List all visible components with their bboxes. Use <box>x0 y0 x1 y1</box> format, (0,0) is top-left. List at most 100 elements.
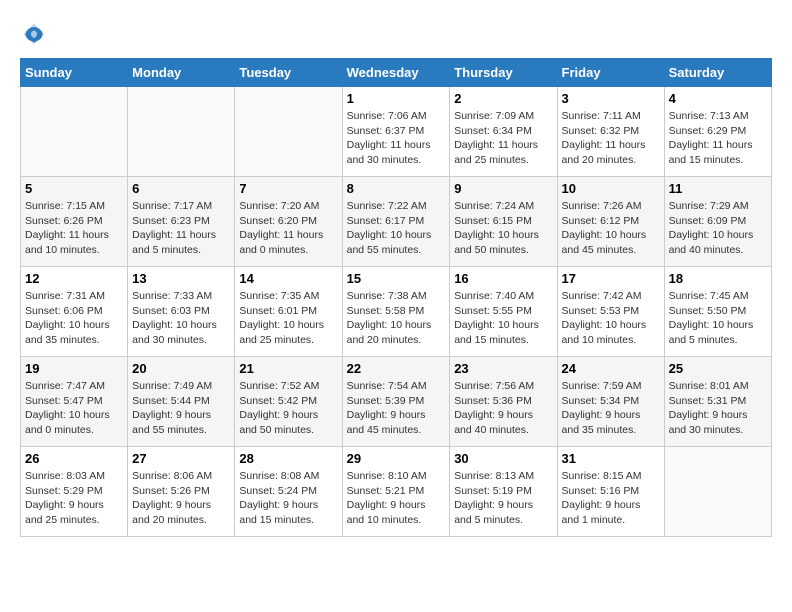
day-info: Sunrise: 7:45 AMSunset: 5:50 PMDaylight:… <box>669 289 767 348</box>
calendar-cell: 4 Sunrise: 7:13 AMSunset: 6:29 PMDaylight… <box>664 87 771 177</box>
day-number: 14 <box>239 271 337 286</box>
day-number: 1 <box>347 91 446 106</box>
day-info: Sunrise: 7:33 AMSunset: 6:03 PMDaylight:… <box>132 289 230 348</box>
day-info: Sunrise: 8:10 AMSunset: 5:21 PMDaylight:… <box>347 469 446 528</box>
calendar-cell: 26 Sunrise: 8:03 AMSunset: 5:29 PMDayligh… <box>21 447 128 537</box>
weekday-header-tuesday: Tuesday <box>235 59 342 87</box>
day-info: Sunrise: 7:54 AMSunset: 5:39 PMDaylight:… <box>347 379 446 438</box>
calendar-cell: 20 Sunrise: 7:49 AMSunset: 5:44 PMDayligh… <box>128 357 235 447</box>
day-number: 25 <box>669 361 767 376</box>
calendar-cell <box>21 87 128 177</box>
day-info: Sunrise: 7:49 AMSunset: 5:44 PMDaylight:… <box>132 379 230 438</box>
day-number: 31 <box>562 451 660 466</box>
day-number: 20 <box>132 361 230 376</box>
day-number: 5 <box>25 181 123 196</box>
calendar-cell: 22 Sunrise: 7:54 AMSunset: 5:39 PMDayligh… <box>342 357 450 447</box>
day-info: Sunrise: 8:15 AMSunset: 5:16 PMDaylight:… <box>562 469 660 528</box>
logo-icon <box>20 20 48 48</box>
day-number: 7 <box>239 181 337 196</box>
calendar-cell: 23 Sunrise: 7:56 AMSunset: 5:36 PMDayligh… <box>450 357 557 447</box>
day-info: Sunrise: 7:29 AMSunset: 6:09 PMDaylight:… <box>669 199 767 258</box>
day-number: 24 <box>562 361 660 376</box>
calendar-week-4: 19Sunrise: 7:47 AMSunset: 5:47 PMDayligh… <box>21 357 772 447</box>
day-number: 19 <box>25 361 123 376</box>
day-info: Sunrise: 7:52 AMSunset: 5:42 PMDaylight:… <box>239 379 337 438</box>
calendar-header: SundayMondayTuesdayWednesdayThursdayFrid… <box>21 59 772 87</box>
calendar-cell: 8 Sunrise: 7:22 AMSunset: 6:17 PMDaylight… <box>342 177 450 267</box>
day-number: 18 <box>669 271 767 286</box>
calendar-cell: 9Sunrise: 7:24 AMSunset: 6:15 PMDaylight… <box>450 177 557 267</box>
calendar-table: SundayMondayTuesdayWednesdayThursdayFrid… <box>20 58 772 537</box>
day-info: Sunrise: 8:13 AMSunset: 5:19 PMDaylight:… <box>454 469 552 528</box>
day-number: 10 <box>562 181 660 196</box>
day-number: 15 <box>347 271 446 286</box>
day-info: Sunrise: 7:26 AMSunset: 6:12 PMDaylight:… <box>562 199 660 258</box>
calendar-week-5: 26 Sunrise: 8:03 AMSunset: 5:29 PMDayligh… <box>21 447 772 537</box>
day-number: 21 <box>239 361 337 376</box>
calendar-cell: 28 Sunrise: 8:08 AMSunset: 5:24 PMDayligh… <box>235 447 342 537</box>
day-info: Sunrise: 7:40 AMSunset: 5:55 PMDaylight:… <box>454 289 552 348</box>
day-info: Sunrise: 7:06 AMSunset: 6:37 PMDaylight:… <box>347 109 446 168</box>
weekday-header-saturday: Saturday <box>664 59 771 87</box>
day-info: Sunrise: 7:20 AMSunset: 6:20 PMDaylight:… <box>239 199 337 258</box>
weekday-header-wednesday: Wednesday <box>342 59 450 87</box>
calendar-cell: 31 Sunrise: 8:15 AMSunset: 5:16 PMDayligh… <box>557 447 664 537</box>
day-info: Sunrise: 7:42 AMSunset: 5:53 PMDaylight:… <box>562 289 660 348</box>
day-info: Sunrise: 7:11 AMSunset: 6:32 PMDaylight:… <box>562 109 660 168</box>
day-number: 8 <box>347 181 446 196</box>
calendar-cell <box>128 87 235 177</box>
day-number: 16 <box>454 271 552 286</box>
day-info: Sunrise: 7:15 AMSunset: 6:26 PMDaylight:… <box>25 199 123 258</box>
day-number: 22 <box>347 361 446 376</box>
calendar-cell: 25Sunrise: 8:01 AMSunset: 5:31 PMDayligh… <box>664 357 771 447</box>
calendar-cell: 30 Sunrise: 8:13 AMSunset: 5:19 PMDayligh… <box>450 447 557 537</box>
day-number: 23 <box>454 361 552 376</box>
calendar-cell: 17Sunrise: 7:42 AMSunset: 5:53 PMDayligh… <box>557 267 664 357</box>
day-number: 28 <box>239 451 337 466</box>
calendar-cell: 24 Sunrise: 7:59 AMSunset: 5:34 PMDayligh… <box>557 357 664 447</box>
day-number: 27 <box>132 451 230 466</box>
calendar-cell: 14Sunrise: 7:35 AMSunset: 6:01 PMDayligh… <box>235 267 342 357</box>
calendar-cell: 12 Sunrise: 7:31 AMSunset: 6:06 PMDayligh… <box>21 267 128 357</box>
calendar-cell: 11 Sunrise: 7:29 AMSunset: 6:09 PMDayligh… <box>664 177 771 267</box>
calendar-cell: 3Sunrise: 7:11 AMSunset: 6:32 PMDaylight… <box>557 87 664 177</box>
calendar-cell: 5 Sunrise: 7:15 AMSunset: 6:26 PMDaylight… <box>21 177 128 267</box>
day-info: Sunrise: 8:06 AMSunset: 5:26 PMDaylight:… <box>132 469 230 528</box>
day-number: 13 <box>132 271 230 286</box>
calendar-body: 1 Sunrise: 7:06 AMSunset: 6:37 PMDaylight… <box>21 87 772 537</box>
calendar-cell: 10 Sunrise: 7:26 AMSunset: 6:12 PMDayligh… <box>557 177 664 267</box>
day-number: 12 <box>25 271 123 286</box>
day-number: 9 <box>454 181 552 196</box>
day-number: 30 <box>454 451 552 466</box>
page-header <box>20 20 772 48</box>
calendar-cell: 7 Sunrise: 7:20 AMSunset: 6:20 PMDaylight… <box>235 177 342 267</box>
day-info: Sunrise: 7:09 AMSunset: 6:34 PMDaylight:… <box>454 109 552 168</box>
calendar-cell: 13 Sunrise: 7:33 AMSunset: 6:03 PMDayligh… <box>128 267 235 357</box>
calendar-cell: 2Sunrise: 7:09 AMSunset: 6:34 PMDaylight… <box>450 87 557 177</box>
day-info: Sunrise: 7:22 AMSunset: 6:17 PMDaylight:… <box>347 199 446 258</box>
day-info: Sunrise: 8:03 AMSunset: 5:29 PMDaylight:… <box>25 469 123 528</box>
day-number: 4 <box>669 91 767 106</box>
day-number: 11 <box>669 181 767 196</box>
calendar-cell: 29 Sunrise: 8:10 AMSunset: 5:21 PMDayligh… <box>342 447 450 537</box>
day-info: Sunrise: 7:31 AMSunset: 6:06 PMDaylight:… <box>25 289 123 348</box>
day-number: 26 <box>25 451 123 466</box>
calendar-cell: 16 Sunrise: 7:40 AMSunset: 5:55 PMDayligh… <box>450 267 557 357</box>
day-info: Sunrise: 7:17 AMSunset: 6:23 PMDaylight:… <box>132 199 230 258</box>
weekday-header-thursday: Thursday <box>450 59 557 87</box>
calendar-cell: 19Sunrise: 7:47 AMSunset: 5:47 PMDayligh… <box>21 357 128 447</box>
day-info: Sunrise: 7:56 AMSunset: 5:36 PMDaylight:… <box>454 379 552 438</box>
day-number: 29 <box>347 451 446 466</box>
calendar-cell <box>235 87 342 177</box>
day-info: Sunrise: 7:59 AMSunset: 5:34 PMDaylight:… <box>562 379 660 438</box>
day-number: 6 <box>132 181 230 196</box>
logo <box>20 20 52 48</box>
calendar-cell: 15Sunrise: 7:38 AMSunset: 5:58 PMDayligh… <box>342 267 450 357</box>
weekday-header-sunday: Sunday <box>21 59 128 87</box>
day-info: Sunrise: 8:08 AMSunset: 5:24 PMDaylight:… <box>239 469 337 528</box>
calendar-week-1: 1 Sunrise: 7:06 AMSunset: 6:37 PMDaylight… <box>21 87 772 177</box>
calendar-cell: 6 Sunrise: 7:17 AMSunset: 6:23 PMDaylight… <box>128 177 235 267</box>
weekday-header-friday: Friday <box>557 59 664 87</box>
weekday-header-monday: Monday <box>128 59 235 87</box>
day-info: Sunrise: 7:13 AMSunset: 6:29 PMDaylight:… <box>669 109 767 168</box>
